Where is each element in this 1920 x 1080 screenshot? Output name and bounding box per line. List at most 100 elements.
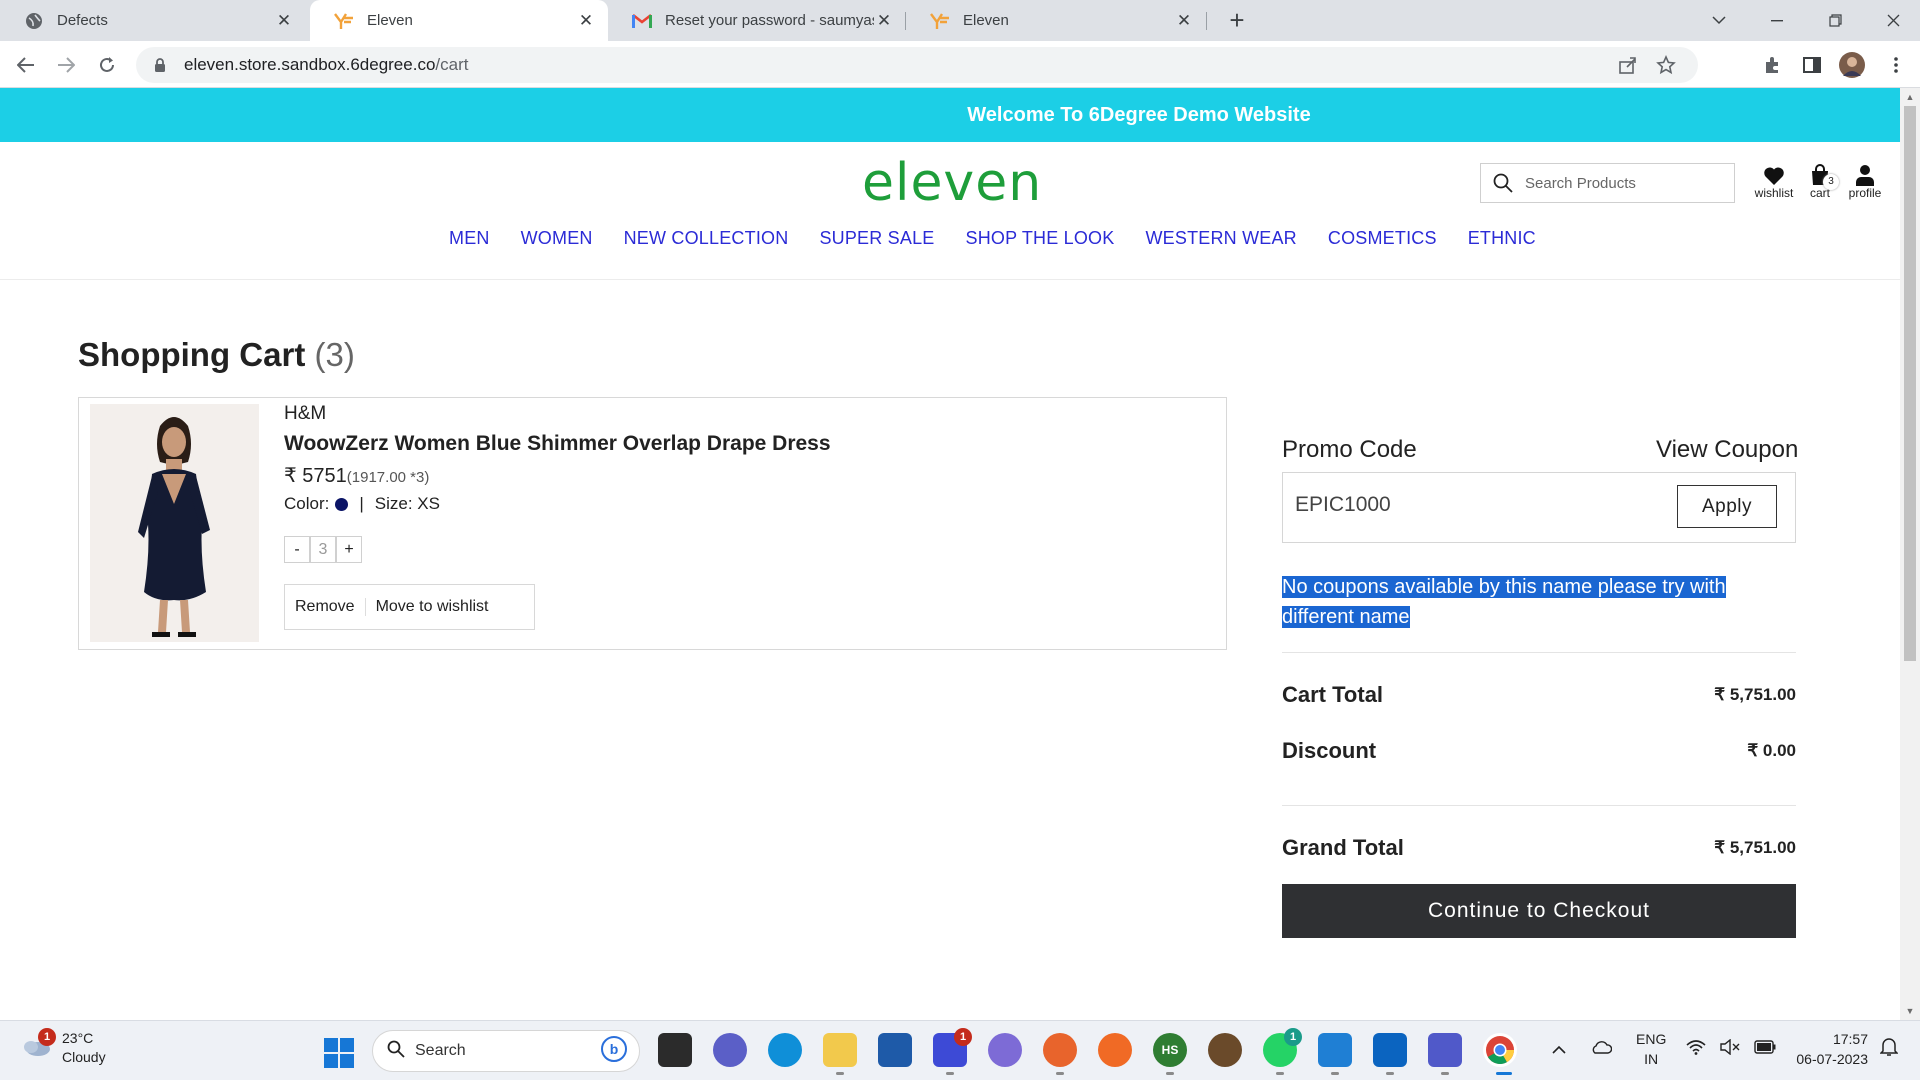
apply-button[interactable]: Apply [1677, 485, 1777, 528]
new-tab-button[interactable]: + [1222, 6, 1252, 36]
show-hidden-icons[interactable] [1552, 1039, 1566, 1059]
language-code: ENG [1636, 1031, 1667, 1047]
menu-item-men[interactable]: MEN [449, 228, 490, 249]
wifi-icon [1686, 1039, 1706, 1060]
onedrive-icon[interactable] [1590, 1039, 1613, 1059]
side-panel-icon[interactable] [1796, 49, 1828, 81]
page-title: Shopping Cart (3) [78, 336, 355, 373]
restore-icon[interactable] [1806, 0, 1864, 41]
browser-toolbar: eleven.store.sandbox.6degree.co/cart [0, 41, 1920, 88]
reload-icon[interactable] [91, 49, 123, 81]
app-badge: 1 [954, 1028, 972, 1046]
app-icon[interactable] [1208, 1033, 1242, 1067]
menu-item-women[interactable]: WOMEN [521, 228, 593, 249]
grand-total-value: ₹ 5,751.00 [1714, 838, 1796, 857]
close-tab-icon[interactable]: ✕ [874, 11, 894, 31]
notification-bell-icon[interactable] [1879, 1037, 1899, 1062]
share-icon[interactable] [1618, 55, 1638, 80]
product-attributes: Color: | Size: XS [284, 494, 440, 514]
app-badge: 1 [1284, 1028, 1302, 1046]
task-view-icon[interactable] [658, 1033, 692, 1067]
site-logo[interactable]: eleven [862, 153, 1042, 213]
product-image[interactable] [90, 404, 259, 642]
product-price: ₹ 5751(1917.00 *3) [284, 465, 430, 487]
qty-increase-button[interactable]: + [336, 536, 362, 563]
scroll-thumb[interactable] [1904, 106, 1916, 661]
qty-decrease-button[interactable]: - [284, 536, 310, 563]
close-tab-icon[interactable]: ✕ [576, 11, 596, 31]
cart-total-label: Cart Total [1282, 682, 1384, 707]
back-icon[interactable] [10, 49, 42, 81]
tab-search-chevron-icon[interactable] [1690, 0, 1748, 41]
firefox-icon[interactable] [1043, 1033, 1077, 1067]
scroll-up-icon[interactable]: ▲ [1905, 92, 1915, 102]
chat-icon[interactable] [713, 1033, 747, 1067]
search-input[interactable] [1525, 174, 1725, 192]
globe-icon [24, 11, 44, 31]
menu-item-western-wear[interactable]: WESTERN WEAR [1145, 228, 1296, 249]
chrome-menu-icon[interactable] [1880, 49, 1912, 81]
avatar[interactable] [1836, 49, 1868, 81]
vscode-icon[interactable] [1318, 1033, 1352, 1067]
teams-icon[interactable] [1428, 1033, 1462, 1067]
shopping-bag-icon: 3 [1795, 160, 1845, 190]
bookmark-star-icon[interactable] [1656, 55, 1676, 80]
chrome-icon[interactable] [1483, 1033, 1517, 1067]
tab-eleven[interactable]: Eleven ✕ [906, 0, 1206, 41]
copilot-icon[interactable] [988, 1033, 1022, 1067]
clock[interactable]: 17:57 06-07-2023 [1794, 1029, 1868, 1069]
menu-item-cosmetics[interactable]: COSMETICS [1328, 228, 1437, 249]
extensions-icon[interactable] [1756, 49, 1788, 81]
system-tray[interactable] [1686, 1038, 1776, 1060]
main-menu: MEN WOMEN NEW COLLECTION SUPER SALE SHOP… [449, 228, 1567, 249]
close-window-icon[interactable] [1864, 0, 1920, 41]
tab-title: Defects [57, 12, 108, 29]
menu-item-ethnic[interactable]: ETHNIC [1468, 228, 1536, 249]
search-icon[interactable] [1481, 173, 1525, 193]
promo-code-input[interactable] [1295, 493, 1655, 517]
language-indicator[interactable]: ENG IN [1636, 1029, 1666, 1069]
tab-defects[interactable]: Defects ✕ [0, 0, 306, 41]
grand-total-row: Grand Total ₹ 5,751.00 [1282, 835, 1796, 861]
remove-button[interactable]: Remove [285, 598, 366, 616]
weather-desc: Cloudy [62, 1049, 106, 1065]
scroll-down-icon[interactable]: ▼ [1905, 1006, 1915, 1016]
cart-count-badge: 3 [1823, 174, 1839, 190]
continue-to-checkout-button[interactable]: Continue to Checkout [1282, 884, 1796, 938]
qty-value[interactable]: 3 [310, 536, 336, 563]
forward-icon[interactable] [50, 49, 82, 81]
bing-icon: b [601, 1035, 627, 1067]
lock-icon[interactable] [150, 57, 170, 73]
store-icon[interactable] [878, 1033, 912, 1067]
product-name[interactable]: WoowZerz Women Blue Shimmer Overlap Drap… [284, 432, 831, 456]
wishlist-button[interactable]: wishlist [1749, 160, 1799, 200]
menu-item-super-sale[interactable]: SUPER SALE [819, 228, 934, 249]
weather-widget[interactable]: 1 23°C Cloudy [20, 1027, 106, 1067]
running-indicator [1386, 1072, 1394, 1075]
tab-gmail[interactable]: Reset your password - saumyash ✕ [608, 0, 906, 41]
running-indicator [1331, 1072, 1339, 1075]
view-coupon-link[interactable]: View Coupon [1656, 436, 1798, 464]
running-indicator [836, 1072, 844, 1075]
address-bar[interactable]: eleven.store.sandbox.6degree.co/cart [136, 47, 1698, 83]
discount-label: Discount [1282, 738, 1377, 763]
menu-item-shop-the-look[interactable]: SHOP THE LOOK [965, 228, 1114, 249]
start-windows-icon[interactable] [324, 1038, 354, 1073]
taskbar-search[interactable]: Search b [372, 1030, 640, 1072]
active-indicator [1496, 1072, 1512, 1075]
profile-button[interactable]: profile [1840, 160, 1890, 200]
minimize-icon[interactable] [1748, 0, 1806, 41]
close-tab-icon[interactable]: ✕ [274, 11, 294, 31]
tab-eleven-active[interactable]: Eleven ✕ [310, 0, 608, 41]
running-indicator [1276, 1072, 1284, 1075]
page-scrollbar[interactable]: ▲ ▼ [1900, 88, 1920, 1020]
menu-item-new-collection[interactable]: NEW COLLECTION [624, 228, 789, 249]
cart-button[interactable]: 3 cart [1795, 160, 1845, 200]
move-to-wishlist-button[interactable]: Move to wishlist [366, 598, 489, 616]
postman-icon[interactable] [1098, 1033, 1132, 1067]
outlook-icon[interactable] [1373, 1033, 1407, 1067]
file-explorer-icon[interactable] [823, 1033, 857, 1067]
hs-icon[interactable]: HS [1153, 1033, 1187, 1067]
edge-icon[interactable] [768, 1033, 802, 1067]
close-tab-icon[interactable]: ✕ [1174, 11, 1194, 31]
